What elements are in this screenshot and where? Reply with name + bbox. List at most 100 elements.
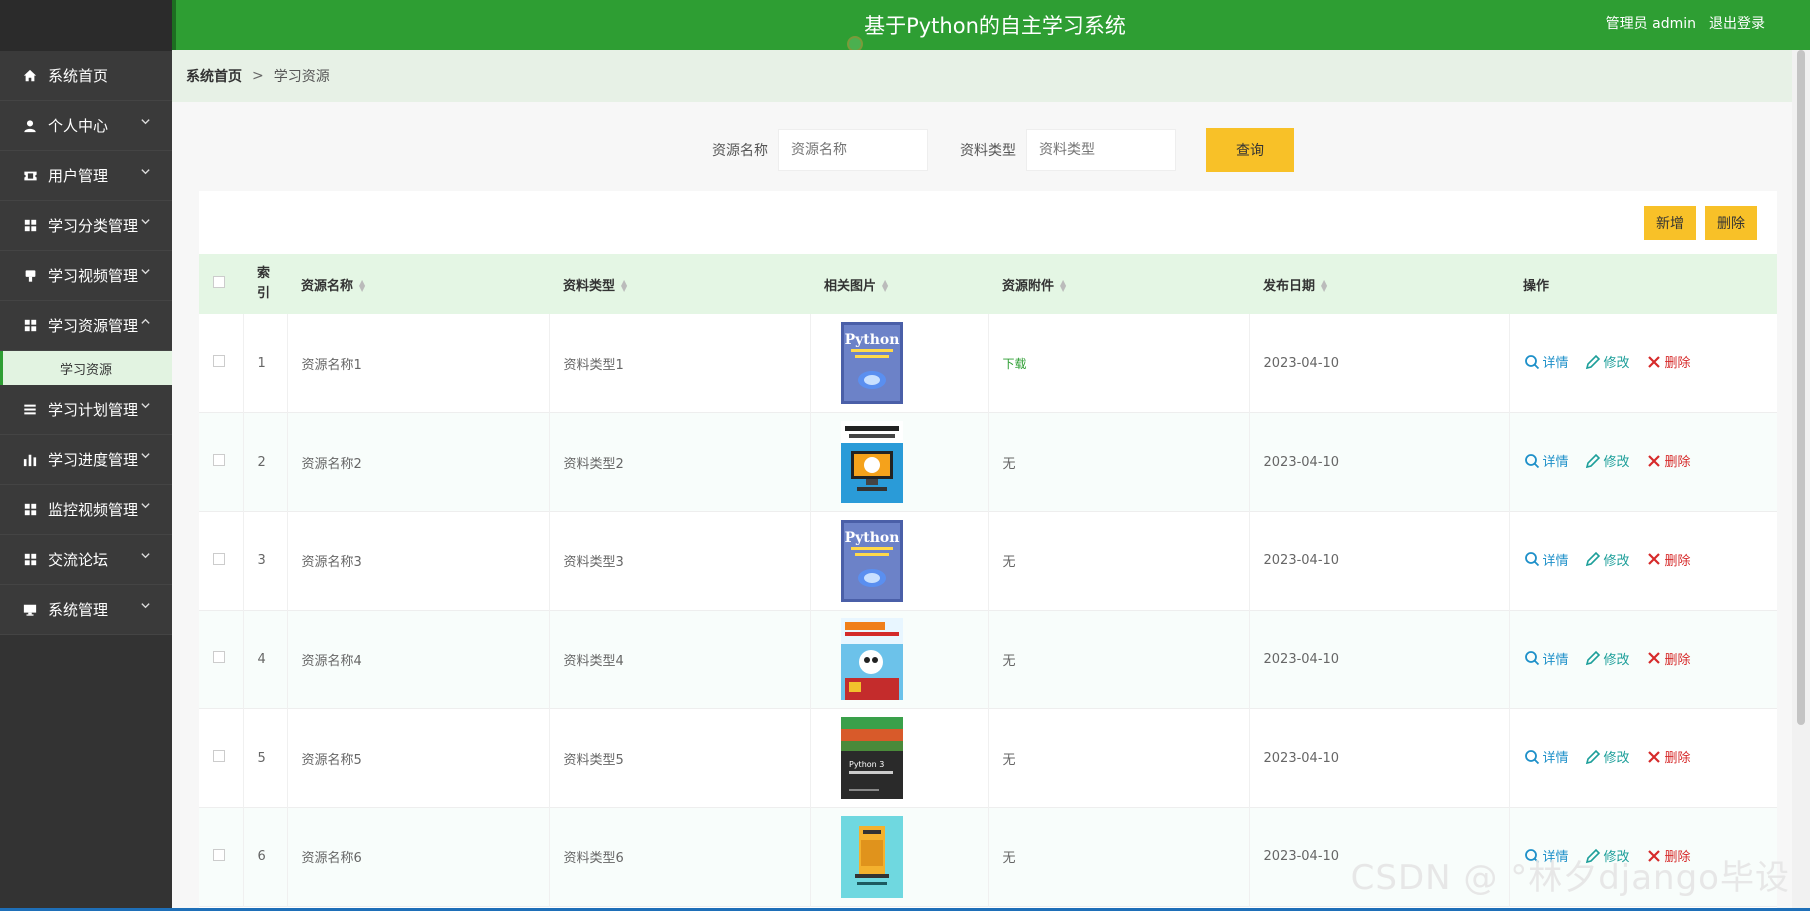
delete-button[interactable]: 删除 [1646,451,1691,470]
sort-icon[interactable]: ▲ ▼ [1321,279,1327,293]
sort-icon[interactable]: ▲ ▼ [882,279,888,293]
date-cell: 2023-04-10 [1249,314,1510,413]
sidebar-item-2[interactable]: 个人中心 [0,101,172,151]
edit-button[interactable]: 修改 [1585,747,1630,766]
header-ops: 操作 [1509,254,1777,314]
sort-icon[interactable]: ▲ ▼ [359,279,365,293]
sidebar-item-7[interactable]: 学习计划管理 [0,385,172,435]
detail-button[interactable]: 详情 [1524,550,1569,569]
edit-button[interactable]: 修改 [1585,550,1630,569]
delete-button[interactable]: 删除 [1646,649,1691,668]
table-row[interactable]: 2 资源名称2 资料类型2 无 2023-04-10 详情 修改 删除 [199,412,1777,512]
download-link[interactable]: 下载 [1003,357,1027,371]
detail-label: 详情 [1542,455,1569,471]
edit-button[interactable]: 修改 [1585,451,1630,470]
search-icon [1524,749,1540,765]
image-cell[interactable]: Python 3 [810,708,989,808]
detail-button[interactable]: 详情 [1524,451,1569,470]
name-search-input[interactable] [778,129,928,171]
row-checkbox[interactable] [213,848,225,861]
search-icon [1524,453,1540,469]
sidebar-item-11[interactable]: 系统管理 [0,585,172,635]
image-cell[interactable]: Python [810,511,989,611]
sidebar-item-3[interactable]: 用户管理 [0,151,172,201]
detail-button[interactable]: 详情 [1524,649,1569,668]
header-name-label: 资源名称 [301,278,354,294]
header-date[interactable]: 发布日期 ▲ ▼ [1249,254,1509,314]
row-select-cell[interactable] [199,412,244,512]
sidebar-item-9[interactable]: 监控视频管理 [0,485,172,535]
detail-label: 详情 [1542,356,1569,372]
image-cell[interactable]: Python [810,314,989,413]
search-bar: 资源名称 资料类型 查询 [712,128,1294,172]
table-row[interactable]: 1 资源名称1 资料类型1 Python 下载 2023-04-10 详情 修改 删除 [199,314,1777,413]
sort-icon[interactable]: ▲ ▼ [1060,279,1066,293]
image-cell[interactable] [810,412,989,512]
sidebar-item-6[interactable]: 学习资源管理 [0,301,172,351]
chevron-down-icon [140,550,154,564]
header-name[interactable]: 资源名称 ▲ ▼ [287,254,549,314]
row-checkbox[interactable] [213,355,225,368]
delete-button[interactable]: 删除 [1646,550,1691,569]
sidebar-item-8[interactable]: 学习进度管理 [0,435,172,485]
breadcrumb-home[interactable]: 系统首页 [186,66,242,86]
scrollbar-thumb[interactable] [1797,50,1805,725]
sidebar-item-5[interactable]: 学习视频管理 [0,251,172,301]
delete-button[interactable]: 删除 [1646,747,1691,766]
top-header: 基于Python的自主学习系统 管理员 admin 退出登录 [172,0,1810,52]
row-select-cell[interactable] [199,314,244,413]
batch-delete-button[interactable]: 删除 [1705,206,1757,240]
query-button[interactable]: 查询 [1206,128,1294,172]
header-attachment[interactable]: 资源附件 ▲ ▼ [988,254,1249,314]
type-cell: 资料类型4 [549,610,811,709]
sort-icon[interactable]: ▲ ▼ [621,279,627,293]
row-checkbox[interactable] [213,750,225,763]
detail-button[interactable]: 详情 [1524,747,1569,766]
row-checkbox[interactable] [213,651,225,664]
logout-link[interactable]: 退出登录 [1709,13,1765,33]
resource-table: 索引 资源名称 ▲ ▼ 资料类型 ▲ ▼ 相关图片 ▲ ▼ 资源附件 ▲ ▼ 发布日期 ▲ ▼ 操作… [199,254,1777,907]
edit-button[interactable]: 修改 [1585,352,1630,371]
attachment-cell: 无 [988,412,1250,512]
edit-button[interactable]: 修改 [1585,649,1630,668]
app-title: 基于Python的自主学习系统 [864,14,1126,38]
detail-button[interactable]: 详情 [1524,352,1569,371]
select-all-checkbox[interactable] [213,276,225,288]
attachment-text: 无 [1002,752,1016,768]
type-search-input[interactable] [1026,129,1176,171]
date-cell: 2023-04-10 [1249,610,1510,709]
grid-icon [22,502,38,518]
row-select-cell[interactable] [199,708,244,808]
row-checkbox[interactable] [213,454,225,467]
type-cell: 资料类型5 [549,708,811,808]
book-cover-image: Python 3 [840,717,903,800]
admin-label: 管理员 admin [1605,16,1696,32]
attachment-cell[interactable]: 下载 [988,314,1250,413]
row-select-cell[interactable] [199,807,244,907]
pencil-icon [1585,354,1601,370]
table-row[interactable]: 5 资源名称5 资料类型5 Python 3 无 2023-04-10 详情 修改 删除 [199,708,1777,808]
row-select-cell[interactable] [199,511,244,611]
table-row[interactable]: 4 资源名称4 资料类型4 无 2023-04-10 详情 修改 删除 [199,610,1777,709]
add-button[interactable]: 新增 [1644,206,1696,240]
sidebar-item-label: 系统管理 [48,601,109,619]
watermark: CSDN @ °林夕django毕设 [1350,858,1790,898]
row-checkbox[interactable] [213,552,225,565]
image-cell[interactable] [810,610,989,709]
ops-cell: 详情 修改 删除 [1509,709,1777,808]
attachment-cell: 无 [988,807,1250,907]
submenu-item-resources[interactable]: 学习资源 [0,351,172,385]
select-all-cell[interactable] [199,254,243,314]
header-image[interactable]: 相关图片 ▲ ▼ [810,254,988,314]
sidebar-item-1[interactable]: 系统首页 [0,51,172,101]
row-select-cell[interactable] [199,610,244,709]
delete-button[interactable]: 删除 [1646,352,1691,371]
sidebar-item-10[interactable]: 交流论坛 [0,535,172,585]
table-row[interactable]: 3 资源名称3 资料类型3 Python 无 2023-04-10 详情 修改 删除 [199,511,1777,611]
user-icon [22,118,38,134]
image-cell[interactable] [810,807,989,907]
header-type[interactable]: 资料类型 ▲ ▼ [549,254,810,314]
page-scrollbar[interactable] [1792,50,1810,911]
sidebar-item-4[interactable]: 学习分类管理 [0,201,172,251]
pencil-icon [1585,749,1601,765]
